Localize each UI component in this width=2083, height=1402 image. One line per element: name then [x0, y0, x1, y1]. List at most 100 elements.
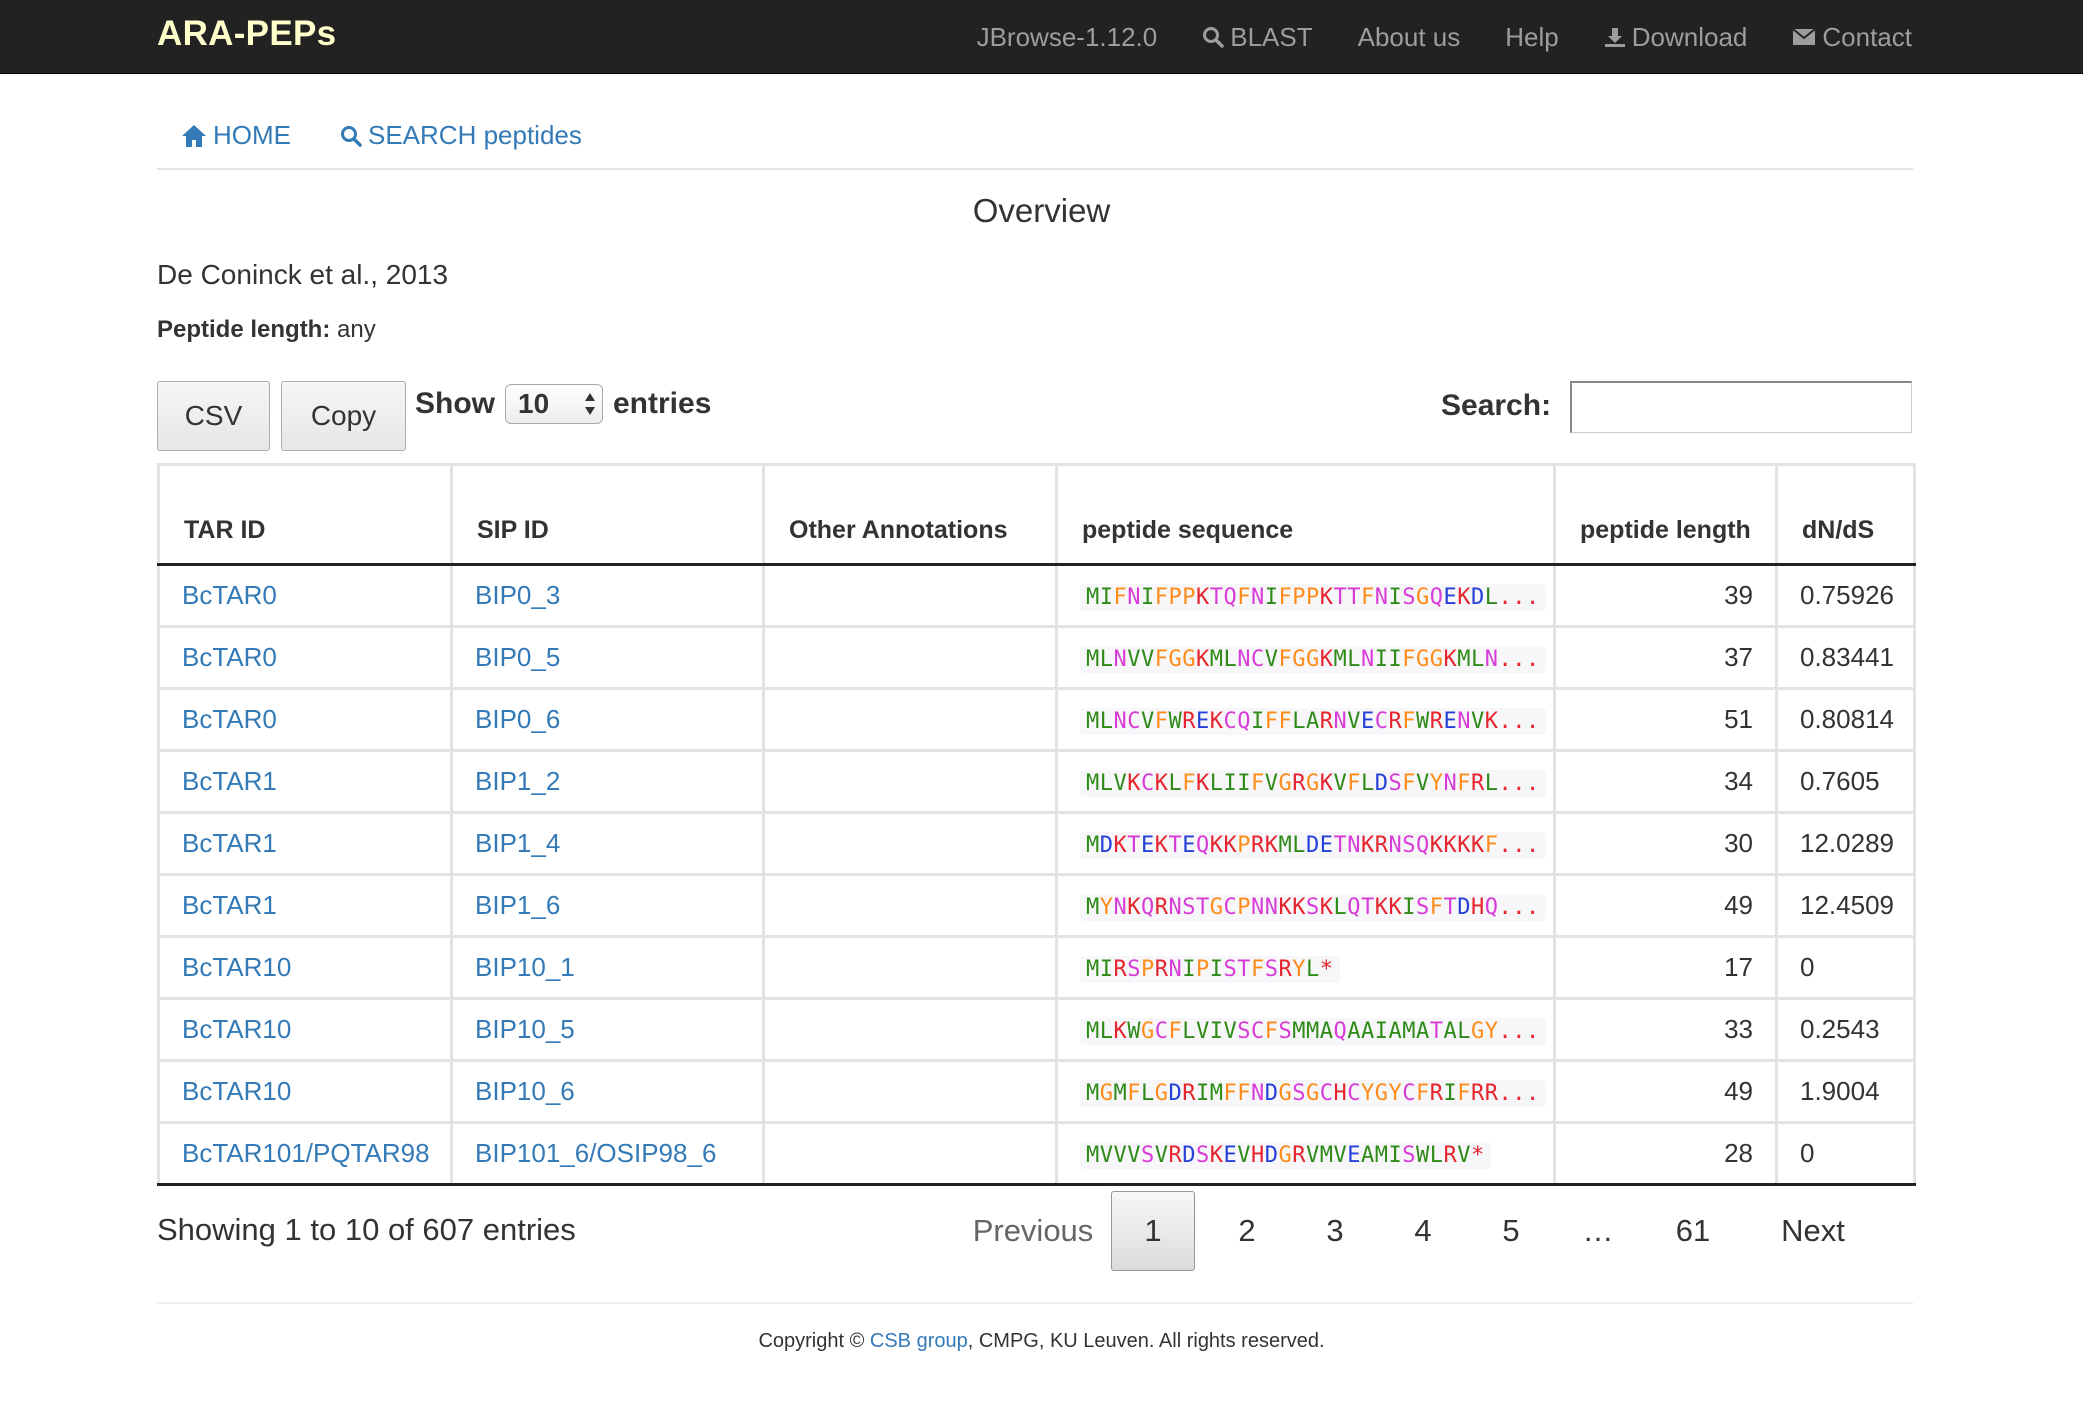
column-header-dnds[interactable]: dN/dS — [1775, 463, 1916, 566]
table-row: BcTAR0 BIP0_5 MLNVVFGGKMLNCVFGGKMLNIIFGGKM… — [157, 625, 1916, 690]
subnav-home[interactable]: HOME — [181, 120, 291, 151]
cell-other-annotations — [762, 1121, 1058, 1186]
column-header-peptide-sequence[interactable]: peptide sequence — [1055, 463, 1556, 566]
sip-id-link[interactable]: BIP0_3 — [475, 580, 560, 610]
tar-id-link[interactable]: BcTAR0 — [182, 642, 277, 672]
peptide-length-label: Peptide length: — [157, 316, 331, 343]
cell-sip-id: BIP0_5 — [450, 625, 765, 690]
tar-id-link[interactable]: BcTAR1 — [182, 828, 277, 858]
column-header-sip-id[interactable]: SIP ID — [450, 463, 765, 566]
cell-other-annotations — [762, 687, 1058, 752]
nav-download-label: Download — [1631, 21, 1748, 52]
table-header-row: TAR ID SIP ID Other Annotations peptide … — [157, 463, 1916, 566]
peptide-length-value: any — [337, 316, 376, 343]
previous-page-button[interactable]: Previous — [963, 1191, 1103, 1271]
tar-id-link[interactable]: BcTAR10 — [182, 1076, 291, 1106]
subnav-search-peptides[interactable]: SEARCH peptides — [340, 120, 582, 151]
tar-id-link[interactable]: BcTAR1 — [182, 766, 277, 796]
peptide-sequence: MIFNIFPPKTQFNIFPPKTTFNISGQEKDL... — [1080, 584, 1546, 611]
tar-id-link[interactable]: BcTAR1 — [182, 890, 277, 920]
cell-dnds: 0 — [1775, 935, 1916, 1000]
peptide-sequence: MDKTEKTEQKKPRKMLDETNKRNSQKKKKF... — [1080, 832, 1546, 859]
search-label: Search: — [1441, 389, 1552, 422]
tar-id-link[interactable]: BcTAR10 — [182, 1014, 291, 1044]
sip-id-link[interactable]: BIP10_6 — [475, 1076, 575, 1106]
next-page-button[interactable]: Next — [1745, 1191, 1881, 1271]
brand-logo[interactable]: ARA-PEPs — [157, 14, 336, 54]
navbar-links: JBrowse-1.12.0 BLAST About us Help Downl… — [932, 0, 1912, 74]
table-row: BcTAR10 BIP10_1 MIRSPRNIPISTFSRYL* 17 0 — [157, 935, 1916, 1000]
table-row: BcTAR1 BIP1_4 MDKTEKTEQKKPRKMLDETNKRNSQKKK… — [157, 811, 1916, 876]
cell-dnds: 0.83441 — [1775, 625, 1916, 690]
cell-peptide-sequence: MLKWGCFLVIVSCFSMMAQAAIAMATALGY... — [1055, 997, 1556, 1062]
nav-contact[interactable]: Contact — [1792, 22, 1912, 53]
sip-id-link[interactable]: BIP1_4 — [475, 828, 560, 858]
nav-about-us[interactable]: About us — [1358, 22, 1461, 53]
tar-id-link[interactable]: BcTAR101/PQTAR98 — [182, 1138, 430, 1168]
page-length-select[interactable]: 10 — [505, 384, 603, 424]
peptide-table: TAR ID SIP ID Other Annotations peptide … — [157, 463, 1916, 1186]
footer-divider — [157, 1302, 1913, 1304]
search-input[interactable] — [1570, 381, 1912, 433]
cell-sip-id: BIP10_6 — [450, 1059, 765, 1124]
page-button-last[interactable]: 61 — [1641, 1191, 1745, 1271]
cell-sip-id: BIP0_3 — [450, 563, 765, 628]
cell-peptide-length: 34 — [1553, 749, 1778, 814]
sip-id-link[interactable]: BIP101_6/OSIP98_6 — [475, 1138, 716, 1168]
nav-contact-label: Contact — [1822, 21, 1912, 52]
page-button[interactable]: 5 — [1467, 1191, 1555, 1271]
sip-id-link[interactable]: BIP0_5 — [475, 642, 560, 672]
nav-help[interactable]: Help — [1505, 22, 1558, 53]
search-icon — [1203, 27, 1224, 48]
table-row: BcTAR1 BIP1_2 MLVKCKLFKLIIFVGRGKVFLDSFVYNF… — [157, 749, 1916, 814]
cell-sip-id: BIP1_2 — [450, 749, 765, 814]
page-button[interactable]: 3 — [1291, 1191, 1379, 1271]
cell-peptide-sequence: MDKTEKTEQKKPRKMLDETNKRNSQKKKKF... — [1055, 811, 1556, 876]
page-button-current[interactable]: 1 — [1111, 1191, 1195, 1271]
column-header-peptide-length[interactable]: peptide length — [1553, 463, 1778, 566]
cell-other-annotations — [762, 997, 1058, 1062]
table-row: BcTAR10 BIP10_6 MGMFLGDRIMFFNDGSGCHCYGYCFR… — [157, 1059, 1916, 1124]
column-header-tar-id[interactable]: TAR ID — [157, 463, 453, 566]
csb-group-link[interactable]: CSB group — [870, 1330, 968, 1352]
cell-peptide-sequence: MLVKCKLFKLIIFVGRGKVFLDSFVYNFRL... — [1055, 749, 1556, 814]
page-button[interactable]: 4 — [1379, 1191, 1467, 1271]
table-row: BcTAR0 BIP0_3 MIFNIFPPKTQFNIFPPKTTFNISGQEK… — [157, 563, 1916, 628]
csv-button[interactable]: CSV — [157, 381, 270, 451]
sip-id-link[interactable]: BIP10_1 — [475, 952, 575, 982]
table-row: BcTAR10 BIP10_5 MLKWGCFLVIVSCFSMMAQAAIAMAT… — [157, 997, 1916, 1062]
page-length-value: 10 — [518, 388, 550, 419]
sip-id-link[interactable]: BIP1_6 — [475, 890, 560, 920]
cell-sip-id: BIP101_6/OSIP98_6 — [450, 1121, 765, 1186]
cell-tar-id: BcTAR101/PQTAR98 — [157, 1121, 453, 1186]
cell-dnds: 0.80814 — [1775, 687, 1916, 752]
cell-peptide-sequence: MIRSPRNIPISTFSRYL* — [1055, 935, 1556, 1000]
nav-help-label: Help — [1505, 21, 1559, 52]
cell-peptide-sequence: MVVVSVRDSKEVHDGRVMVEAMISWLRV* — [1055, 1121, 1556, 1186]
peptide-sequence: MLNCVFWREKCQIFFLARNVECRFWRENVK... — [1080, 708, 1546, 735]
sip-id-link[interactable]: BIP0_6 — [475, 704, 560, 734]
cell-dnds: 0.75926 — [1775, 563, 1916, 628]
nav-blast[interactable]: BLAST — [1202, 21, 1313, 53]
copy-button[interactable]: Copy — [281, 381, 406, 451]
nav-jbrowse-label: JBrowse-1.12.0 — [976, 21, 1158, 52]
sip-id-link[interactable]: BIP1_2 — [475, 766, 560, 796]
cell-other-annotations — [762, 749, 1058, 814]
nav-about-label: About us — [1357, 21, 1461, 52]
copyright-prefix: Copyright © — [758, 1330, 870, 1352]
nav-download[interactable]: Download — [1604, 21, 1748, 53]
cell-peptide-sequence: MGMFLGDRIMFFNDGSGCHCYGYCFRIFRR... — [1055, 1059, 1556, 1124]
nav-jbrowse[interactable]: JBrowse-1.12.0 — [977, 22, 1158, 53]
tar-id-link[interactable]: BcTAR10 — [182, 952, 291, 982]
peptide-sequence: MGMFLGDRIMFFNDGSGCHCYGYCFRIFRR... — [1080, 1080, 1546, 1107]
sip-id-link[interactable]: BIP10_5 — [475, 1014, 575, 1044]
tar-id-link[interactable]: BcTAR0 — [182, 704, 277, 734]
cell-peptide-sequence: MLNCVFWREKCQIFFLARNVECRFWRENVK... — [1055, 687, 1556, 752]
page-button[interactable]: 2 — [1203, 1191, 1291, 1271]
cell-tar-id: BcTAR0 — [157, 687, 453, 752]
peptide-sequence: MIRSPRNIPISTFSRYL* — [1080, 956, 1340, 983]
column-header-other-annotations[interactable]: Other Annotations — [762, 463, 1058, 566]
cell-other-annotations — [762, 873, 1058, 938]
tar-id-link[interactable]: BcTAR0 — [182, 580, 277, 610]
nav-blast-label: BLAST — [1230, 21, 1313, 52]
